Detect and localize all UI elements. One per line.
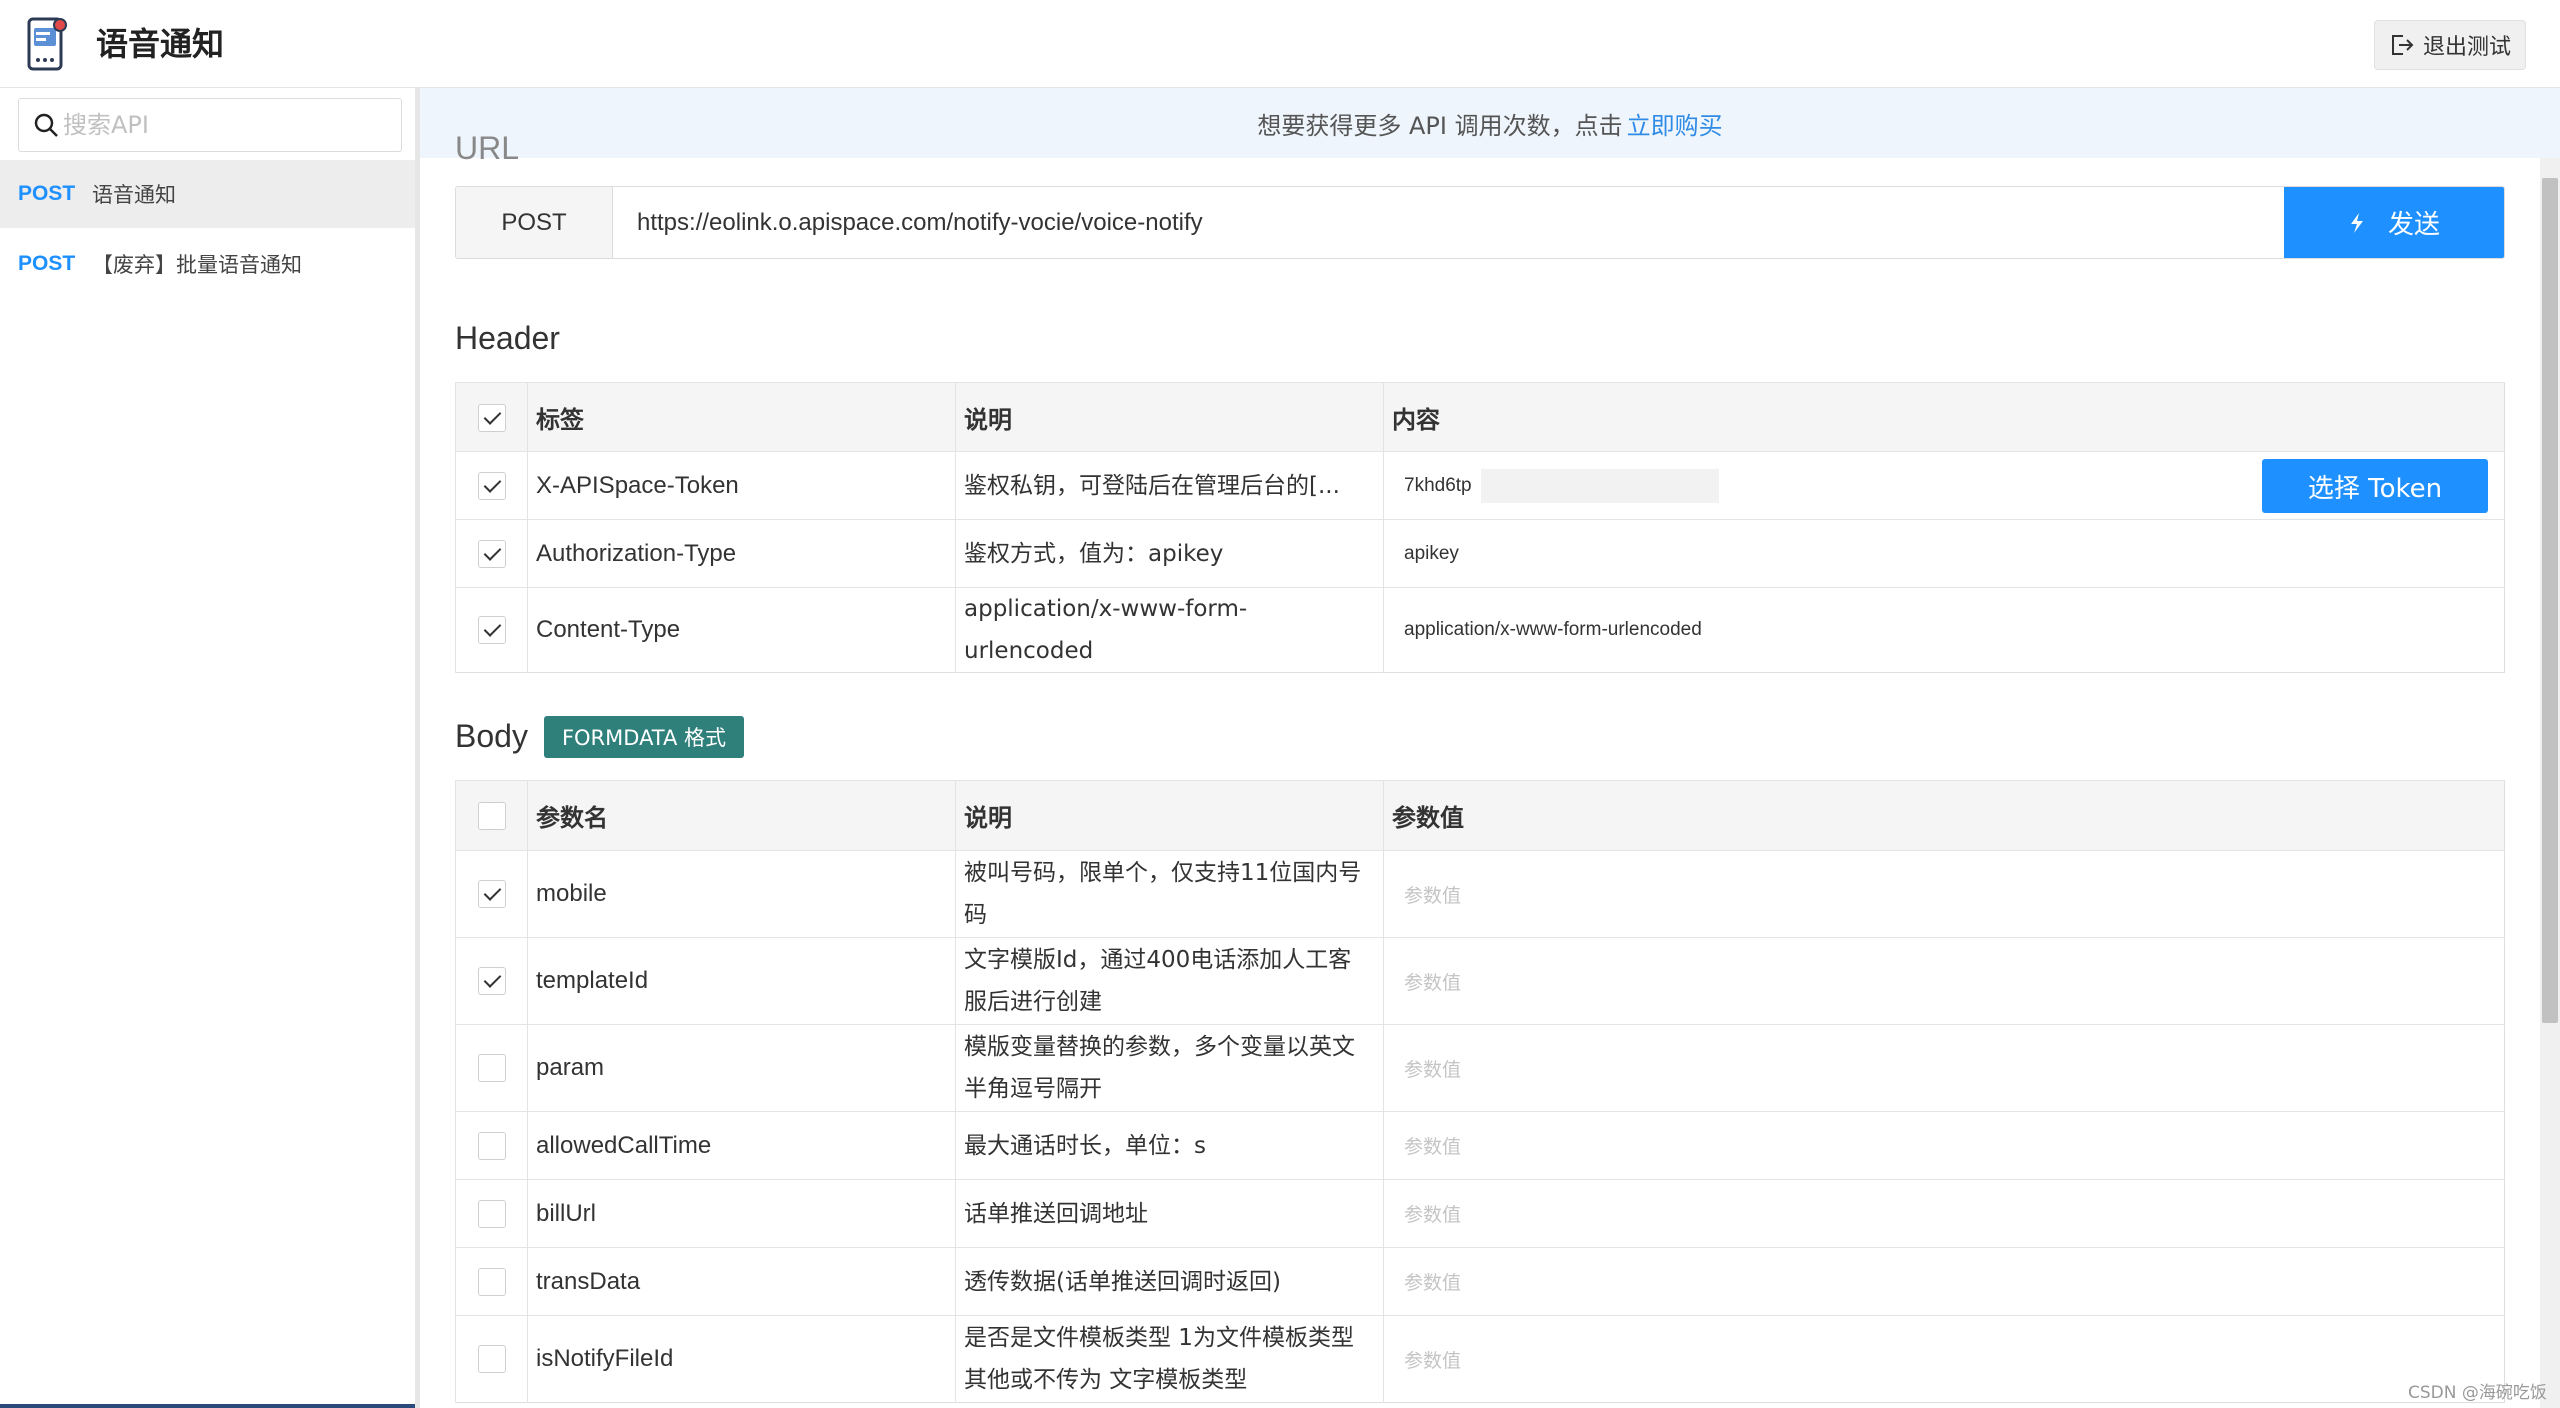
sidebar-item-label: 【废弃】批量语音通知 xyxy=(92,253,302,277)
header-name: Authorization-Type xyxy=(527,519,956,588)
url-row: POST 发送 xyxy=(455,186,2505,259)
search-input[interactable] xyxy=(63,111,393,139)
param-value-input[interactable]: 参数值 xyxy=(1383,1315,2505,1403)
url-heading: URL xyxy=(455,130,520,166)
row-checkbox[interactable] xyxy=(477,539,506,568)
header-name: Content-Type xyxy=(527,587,956,673)
param-desc: 模版变量替换的参数，多个变量以英文半角逗号隔开 xyxy=(955,1024,1384,1112)
column-header: 说明 xyxy=(955,780,1384,851)
sidebar-bottom-bar xyxy=(0,1404,415,1408)
sidebar-item-voice-notify[interactable]: POST 语音通知 xyxy=(0,160,415,228)
column-header: 参数名 xyxy=(527,780,956,851)
table-row: templateId 文字模版Id，通过400电话添加人工客服后进行创建 参数值 xyxy=(455,937,2505,1025)
select-all-checkbox[interactable] xyxy=(477,403,506,432)
row-checkbox[interactable] xyxy=(477,616,506,645)
column-header: 内容 xyxy=(1383,382,2505,452)
param-value-input[interactable]: 参数值 xyxy=(1383,850,2505,938)
row-checkbox[interactable] xyxy=(477,1131,506,1160)
format-badge: FORMDATA 格式 xyxy=(544,716,744,758)
scrollbar-thumb[interactable] xyxy=(2542,178,2558,1023)
search-icon xyxy=(34,113,58,137)
param-name: templateId xyxy=(527,937,956,1025)
param-desc: 话单推送回调地址 xyxy=(955,1179,1384,1248)
header-table: 标签 说明 内容 X-APISpace-Token 鉴权私钥，可登陆后在管理后台… xyxy=(455,382,2505,673)
top-bar: 语音通知 退出测试 xyxy=(0,0,2560,88)
param-desc: 被叫号码，限单个，仅支持11位国内号码 xyxy=(955,850,1384,938)
url-method: POST xyxy=(456,187,613,258)
sidebar-item-batch-voice-notify[interactable]: POST 【废弃】批量语音通知 xyxy=(0,230,415,298)
header-table-head: 标签 说明 内容 xyxy=(455,382,2505,452)
column-header: 说明 xyxy=(955,382,1384,452)
url-input[interactable] xyxy=(613,187,2284,258)
body-section-title: Body xyxy=(455,718,528,754)
header-desc: 鉴权私钥，可登陆后在管理后台的[... xyxy=(955,451,1384,520)
table-row: billUrl 话单推送回调地址 参数值 xyxy=(455,1179,2505,1248)
column-header: 参数值 xyxy=(1383,780,2505,851)
lightning-icon xyxy=(2350,212,2363,233)
table-row: isNotifyFileId 是否是文件模板类型 1为文件模板类型 其他或不传为… xyxy=(455,1315,2505,1403)
row-checkbox[interactable] xyxy=(477,471,506,500)
method-tag: POST xyxy=(18,182,76,205)
header-desc: 鉴权方式，值为：apikey xyxy=(955,519,1384,588)
param-value-input[interactable]: 参数值 xyxy=(1383,1024,2505,1112)
param-value-input[interactable]: 参数值 xyxy=(1383,1179,2505,1248)
select-all-checkbox[interactable] xyxy=(477,802,506,830)
header-value[interactable]: apikey xyxy=(1383,519,2505,588)
row-checkbox[interactable] xyxy=(477,1267,506,1296)
watermark: CSDN @海碗吃饭 xyxy=(2408,1383,2547,1403)
param-value-input[interactable]: 参数值 xyxy=(1383,1247,2505,1316)
select-token-button[interactable]: 选择 Token xyxy=(2262,459,2488,513)
column-header: 标签 xyxy=(527,382,956,452)
param-value-input[interactable]: 参数值 xyxy=(1383,1111,2505,1180)
param-name: mobile xyxy=(527,850,956,938)
exit-test-button[interactable]: 退出测试 xyxy=(2374,20,2526,70)
param-name: transData xyxy=(527,1247,956,1316)
header-section-title: Header xyxy=(455,320,560,356)
row-checkbox[interactable] xyxy=(477,1054,506,1083)
redaction-mask xyxy=(1481,468,1719,503)
param-desc: 最大通话时长，单位：s xyxy=(955,1111,1384,1180)
table-row: Content-Type application/x-www-form-urle… xyxy=(455,587,2505,673)
param-value-input[interactable]: 参数值 xyxy=(1383,937,2505,1025)
header-name: X-APISpace-Token xyxy=(527,451,956,520)
token-value[interactable]: 7khd6tp ifn6l xyxy=(1404,468,1719,503)
row-checkbox[interactable] xyxy=(477,967,506,996)
app-title: 语音通知 xyxy=(96,25,225,63)
method-tag: POST xyxy=(18,252,76,275)
exit-test-label: 退出测试 xyxy=(2422,34,2511,59)
table-row: transData 透传数据(话单推送回调时返回) 参数值 xyxy=(455,1247,2505,1316)
exit-icon xyxy=(2391,35,2414,55)
notice-banner: 想要获得更多 API 调用次数，点击 立即购买 xyxy=(420,88,2560,158)
search-box[interactable] xyxy=(18,98,402,152)
body-table-head: 参数名 说明 参数值 xyxy=(455,780,2505,851)
param-desc: 是否是文件模板类型 1为文件模板类型 其他或不传为 文字模板类型 xyxy=(955,1315,1384,1403)
param-name: isNotifyFileId xyxy=(527,1315,956,1403)
param-name: billUrl xyxy=(527,1179,956,1248)
param-name: allowedCallTime xyxy=(527,1111,956,1180)
param-desc: 文字模版Id，通过400电话添加人工客服后进行创建 xyxy=(955,937,1384,1025)
table-row: allowedCallTime 最大通话时长，单位：s 参数值 xyxy=(455,1111,2505,1180)
row-checkbox[interactable] xyxy=(477,1345,506,1374)
sidebar-item-label: 语音通知 xyxy=(92,183,176,207)
row-checkbox[interactable] xyxy=(477,880,506,909)
send-label: 发送 xyxy=(2387,210,2440,240)
sidebar: POST 语音通知 POST 【废弃】批量语音通知 xyxy=(0,88,420,1408)
table-row: mobile 被叫号码，限单个，仅支持11位国内号码 参数值 xyxy=(455,850,2505,938)
table-row: param 模版变量替换的参数，多个变量以英文半角逗号隔开 参数值 xyxy=(455,1024,2505,1112)
send-button[interactable]: 发送 xyxy=(2284,187,2504,258)
param-name: param xyxy=(527,1024,956,1112)
row-checkbox[interactable] xyxy=(477,1199,506,1228)
app-logo-icon xyxy=(26,16,68,72)
table-row: X-APISpace-Token 鉴权私钥，可登陆后在管理后台的[... 7kh… xyxy=(455,451,2505,520)
table-row: Authorization-Type 鉴权方式，值为：apikey apikey xyxy=(455,519,2505,588)
notice-text: 想要获得更多 API 调用次数，点击 xyxy=(1257,111,1623,140)
header-value[interactable]: application/x-www-form-urlencoded xyxy=(1383,587,2505,673)
header-desc: application/x-www-form-urlencoded xyxy=(955,587,1384,673)
buy-now-link[interactable]: 立即购买 xyxy=(1627,106,1723,141)
param-desc: 透传数据(话单推送回调时返回) xyxy=(955,1247,1384,1316)
header-value-cell[interactable]: 7khd6tp ifn6l 选择 Token xyxy=(1383,451,2505,520)
body-table: 参数名 说明 参数值 mobile 被叫号码，限单个，仅支持11位国内号码 参数… xyxy=(455,780,2505,1403)
